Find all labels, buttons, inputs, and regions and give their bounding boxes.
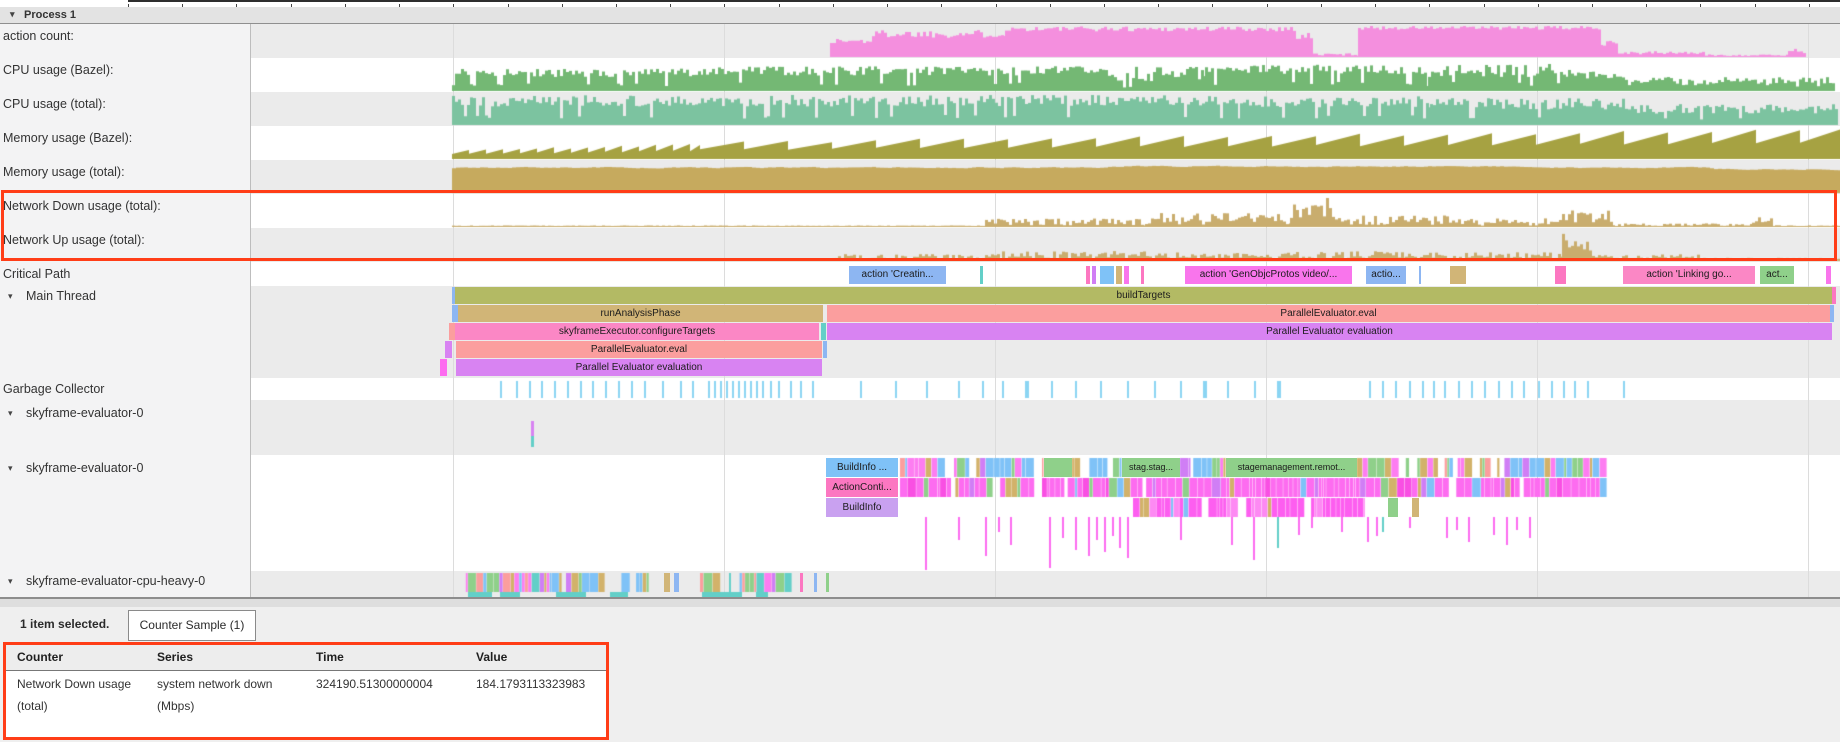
track-label: Network Up usage (total): bbox=[3, 233, 145, 247]
collapse-triangle-icon[interactable]: ▾ bbox=[8, 576, 13, 587]
col-header-counter[interactable]: Counter bbox=[17, 650, 63, 664]
trace-slice-small[interactable] bbox=[1044, 458, 1072, 477]
trace-slice-small[interactable] bbox=[823, 341, 827, 358]
cell-counter-line1: Network Down usage bbox=[17, 677, 131, 691]
trace-slice[interactable]: Parallel Evaluator evaluation bbox=[456, 359, 822, 376]
cell-series-line1: system network down bbox=[157, 677, 272, 691]
trace-slice-small[interactable] bbox=[1092, 266, 1096, 284]
cell-counter-line2: (total) bbox=[17, 699, 48, 713]
collapse-triangle-icon[interactable]: ▾ bbox=[10, 9, 15, 20]
trace-slice-small[interactable] bbox=[664, 573, 670, 592]
track-sidebar: action count: CPU usage (Bazel): CPU usage… bbox=[0, 24, 251, 597]
collapse-triangle-icon[interactable]: ▾ bbox=[8, 408, 13, 419]
trace-slice-small[interactable] bbox=[1830, 305, 1834, 322]
cell-series-line2: (Mbps) bbox=[157, 699, 194, 713]
trace-slice[interactable]: act... bbox=[1760, 266, 1794, 284]
trace-slice-small[interactable] bbox=[1412, 498, 1419, 517]
trace-slice[interactable]: runAnalysisPhase bbox=[458, 305, 823, 322]
track-label: Memory usage (total): bbox=[3, 165, 125, 179]
cell-value: 184.1793113323983 bbox=[476, 677, 585, 691]
trace-slice[interactable]: Parallel Evaluator evaluation bbox=[827, 323, 1832, 340]
track-label: Critical Path bbox=[3, 267, 70, 281]
trace-slice-small[interactable] bbox=[1100, 266, 1114, 284]
trace-slice-small[interactable] bbox=[1124, 266, 1129, 284]
trace-slice-small[interactable] bbox=[1116, 266, 1122, 284]
trace-slice-small[interactable] bbox=[1826, 266, 1831, 284]
timeline-ruler[interactable] bbox=[0, 0, 1840, 7]
trace-slice-small[interactable] bbox=[1141, 266, 1144, 284]
trace-slice-small[interactable] bbox=[1832, 287, 1836, 304]
trace-slice-small[interactable] bbox=[826, 573, 829, 592]
collapse-triangle-icon[interactable]: ▾ bbox=[8, 291, 13, 302]
track-label: CPU usage (Bazel): bbox=[3, 63, 113, 77]
slice-layer: action 'Creatin... action 'GenObjcProtos … bbox=[0, 24, 1840, 597]
track-label: Network Down usage (total): bbox=[3, 199, 161, 213]
col-header-time[interactable]: Time bbox=[316, 650, 344, 664]
trace-slice[interactable]: ParallelEvaluator.eval bbox=[456, 341, 822, 358]
trace-slice[interactable]: action 'Linking go... bbox=[1623, 266, 1755, 284]
trace-slice-small[interactable] bbox=[980, 266, 983, 284]
trace-slice[interactable]: stag.stag... bbox=[1122, 458, 1180, 477]
trace-slice-small[interactable] bbox=[1419, 266, 1421, 284]
trace-slice-small[interactable] bbox=[1086, 266, 1090, 284]
trace-slice[interactable]: buildTargets bbox=[455, 287, 1832, 304]
trace-slice-small[interactable] bbox=[821, 323, 826, 340]
process-header[interactable]: ▾ Process 1 bbox=[0, 7, 1840, 24]
cell-time: 324190.51300000004 bbox=[316, 677, 433, 691]
trace-slice[interactable]: BuildInfo ... bbox=[826, 458, 898, 477]
trace-slice-small[interactable] bbox=[800, 573, 803, 592]
trace-slice-small[interactable] bbox=[1450, 266, 1466, 284]
analysis-panel: 1 item selected. Counter Sample (1) Coun… bbox=[0, 607, 1840, 742]
trace-slice-small[interactable] bbox=[674, 573, 679, 592]
track-label: CPU usage (total): bbox=[3, 97, 106, 111]
track-label: Garbage Collector bbox=[3, 382, 104, 396]
trace-slice[interactable]: actio... bbox=[1366, 266, 1406, 284]
track-label[interactable]: skyframe-evaluator-0 bbox=[26, 406, 143, 420]
trace-slice[interactable]: BuildInfo bbox=[826, 498, 898, 517]
track-label: Memory usage (Bazel): bbox=[3, 131, 132, 145]
trace-slice-small[interactable] bbox=[814, 573, 817, 592]
track-label: action count: bbox=[3, 29, 74, 43]
timeline-area[interactable]: action 'Creatin... action 'GenObjcProtos … bbox=[0, 24, 1840, 597]
track-label[interactable]: skyframe-evaluator-cpu-heavy-0 bbox=[26, 574, 205, 588]
track-label[interactable]: skyframe-evaluator-0 bbox=[26, 461, 143, 475]
collapse-triangle-icon[interactable]: ▾ bbox=[8, 463, 13, 474]
selection-status: 1 item selected. bbox=[20, 617, 109, 631]
trace-slice[interactable]: ActionConti... bbox=[826, 478, 898, 497]
trace-slice[interactable]: action 'GenObjcProtos video/... bbox=[1185, 266, 1352, 284]
process-title: Process 1 bbox=[24, 9, 76, 21]
table-header-row: Counter Series Time Value bbox=[6, 645, 606, 671]
col-header-series[interactable]: Series bbox=[157, 650, 193, 664]
counter-sample-table: Counter Series Time Value Network Down u… bbox=[3, 642, 609, 740]
trace-slice[interactable]: action 'Creatin... bbox=[849, 266, 946, 284]
col-header-value[interactable]: Value bbox=[476, 650, 507, 664]
trace-viewer-window: ▾ Process 1 action 'Creatin... action 'Ge… bbox=[0, 0, 1840, 742]
trace-slice[interactable]: ParallelEvaluator.eval bbox=[827, 305, 1830, 322]
tab-counter-sample[interactable]: Counter Sample (1) bbox=[128, 610, 256, 641]
trace-slice[interactable]: skyframeExecutor.configureTargets bbox=[455, 323, 819, 340]
trace-slice-small[interactable] bbox=[445, 341, 452, 358]
trace-slice[interactable]: stagemanagement.remot... bbox=[1226, 458, 1357, 477]
trace-slice-small[interactable] bbox=[1388, 498, 1398, 517]
trace-slice-small[interactable] bbox=[1555, 266, 1566, 284]
trace-slice-small[interactable] bbox=[440, 359, 447, 376]
track-label[interactable]: Main Thread bbox=[26, 289, 96, 303]
